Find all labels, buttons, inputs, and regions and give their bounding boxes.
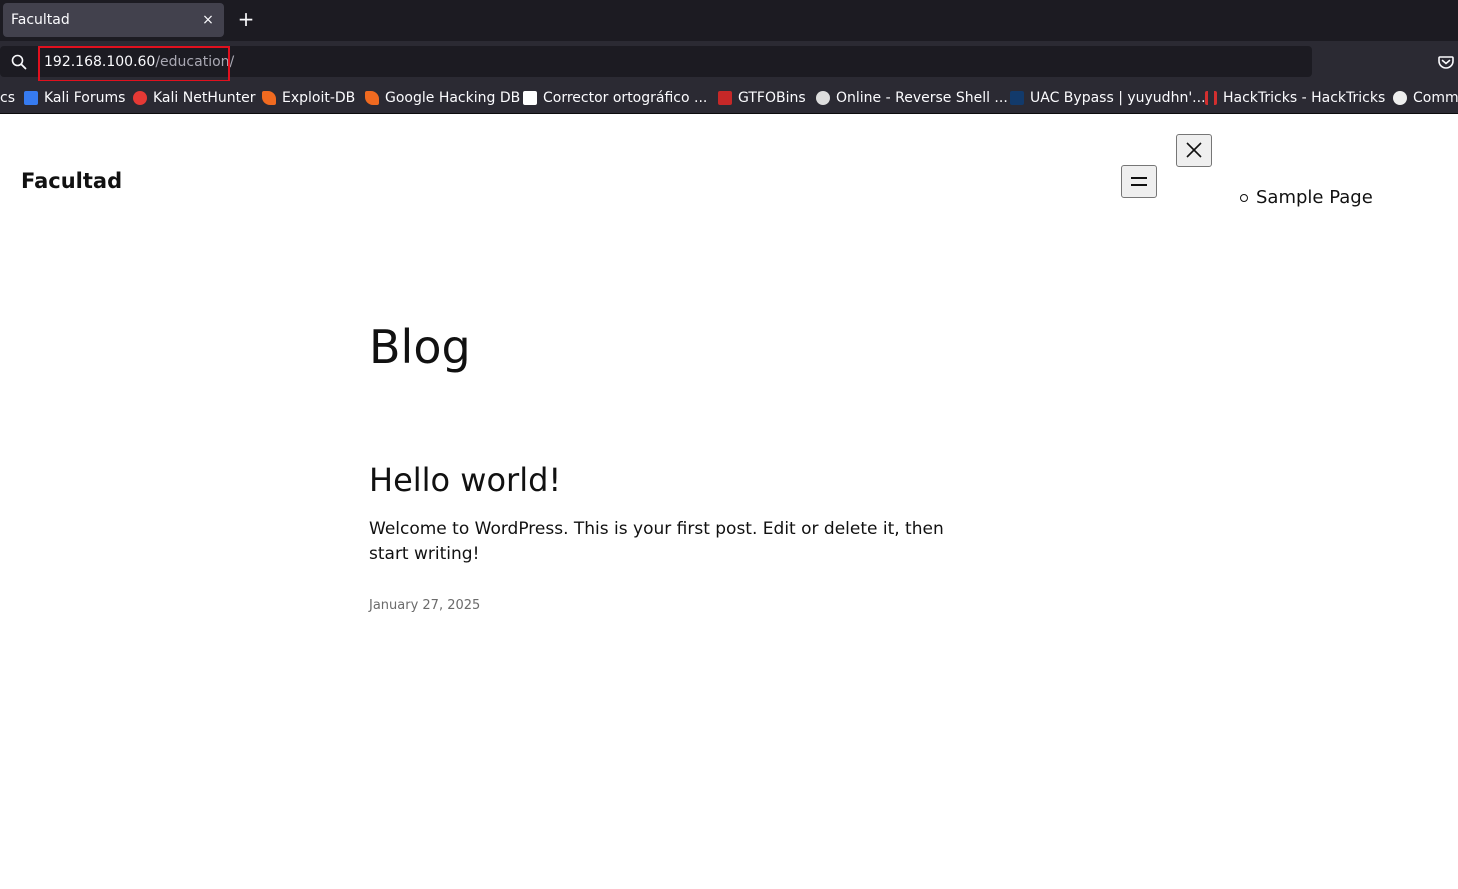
tab-close-icon[interactable]: × [199, 11, 217, 29]
bookmark-item[interactable]: Kali Forums [24, 89, 125, 107]
bookmark-item[interactable]: Google Hacking DB [365, 89, 520, 107]
ghdb-icon [365, 91, 379, 105]
site-title[interactable]: Facultad [21, 169, 122, 193]
bookmark-item[interactable]: Kali NetHunter [133, 89, 255, 107]
bookmark-item[interactable]: Comma [1393, 89, 1458, 107]
url-highlight-box [38, 46, 230, 82]
bookmark-item[interactable]: Corrector ortográfico ... [523, 89, 707, 107]
bookmark-item[interactable]: Online - Reverse Shell ... [816, 89, 1008, 107]
bookmark-label: Online - Reverse Shell ... [836, 90, 1008, 106]
close-icon [1186, 142, 1202, 158]
bookmark-label: Corrector ortográfico ... [543, 90, 708, 106]
bookmark-label: Kali NetHunter [153, 90, 256, 106]
bookmark-item[interactable]: Exploit-DB [262, 89, 355, 107]
uac-icon [1010, 91, 1024, 105]
bookmark-item[interactable]: HackTricks - HackTricks [1205, 89, 1385, 107]
search-icon [11, 54, 27, 70]
kali-dragon-icon [24, 91, 38, 105]
post-excerpt: Welcome to WordPress. This is your first… [369, 519, 944, 564]
tab-strip: Facultad × + [0, 0, 1458, 41]
hamburger-line [1131, 184, 1147, 186]
bookmark-label: HackTricks - HackTricks [1223, 90, 1386, 106]
page-title: Blog [369, 320, 471, 374]
gtfobins-icon [718, 91, 732, 105]
bookmark-item[interactable]: UAC Bypass | yuyudhn'... [1010, 89, 1206, 107]
corrector-icon [523, 91, 537, 105]
bookmark-label: UAC Bypass | yuyudhn'... [1030, 90, 1206, 106]
menu-open-button[interactable] [1121, 165, 1157, 198]
new-tab-icon[interactable]: + [236, 8, 256, 30]
pocket-icon[interactable] [1437, 53, 1455, 71]
nethunter-icon [133, 91, 147, 105]
active-tab[interactable]: Facultad × [3, 3, 224, 37]
bookmark-label: Exploit-DB [282, 90, 356, 106]
bookmarks-toolbar: cs Kali Forums Kali NetHunter Exploit-DB… [0, 81, 1458, 114]
post-title[interactable]: Hello world! [369, 461, 561, 499]
exploit-db-icon [262, 91, 276, 105]
tab-title: Facultad [11, 12, 70, 28]
bookmark-label: Comma [1413, 90, 1458, 106]
bookmark-item[interactable]: cs [0, 89, 15, 107]
menu-close-button[interactable] [1176, 134, 1212, 167]
bookmark-label: Google Hacking DB [385, 90, 521, 106]
nav-item-label: Sample Page [1256, 187, 1373, 208]
navigation-toolbar: 192.168.100.60/education/ [0, 41, 1458, 82]
bookmark-label: Kali Forums [44, 90, 126, 106]
bookmark-item[interactable]: GTFOBins [718, 89, 806, 107]
list-bullet-icon [1240, 193, 1248, 202]
page-viewport: Facultad Sample Page Blog Hello world! W… [0, 114, 1458, 889]
bookmark-label: cs [0, 90, 15, 106]
hamburger-line [1131, 177, 1147, 179]
penguin-icon [1393, 91, 1407, 105]
hacktricks-icon [1205, 91, 1217, 105]
nav-item-sample-page[interactable]: Sample Page [1240, 187, 1373, 208]
skull-icon [816, 91, 830, 105]
post-date[interactable]: January 27, 2025 [369, 598, 480, 613]
bookmark-label: GTFOBins [738, 90, 806, 106]
url-bar[interactable]: 192.168.100.60/education/ [0, 46, 1312, 82]
